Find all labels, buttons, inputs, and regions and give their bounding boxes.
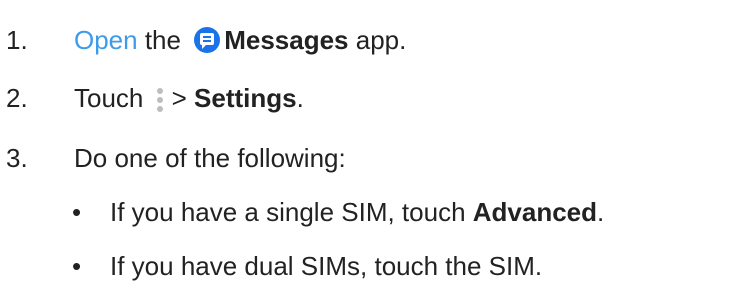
step-text: Touch > Settings.	[74, 82, 304, 114]
messages-app-icon	[194, 27, 221, 53]
advanced-label: Advanced	[472, 197, 598, 227]
open-link[interactable]: Open	[74, 25, 138, 55]
sub-item-text: If you have a single SIM, touch Advanced…	[110, 196, 604, 228]
step-text-part: the	[137, 25, 189, 55]
step-number: 2.	[6, 83, 28, 113]
bullet: •	[72, 251, 82, 281]
messages-app-name: Messages	[224, 25, 349, 55]
sub-item-text: If you have dual SIMs, touch the SIM.	[110, 251, 543, 281]
bullet: •	[72, 197, 82, 227]
step-text: Do one of the following:	[74, 143, 346, 173]
step-text-part: .	[296, 83, 304, 113]
step-number: 3.	[6, 143, 28, 173]
sub-item-text-part: .	[597, 197, 605, 227]
step-text-part: >	[171, 83, 195, 113]
settings-label: Settings	[194, 83, 297, 113]
step-text-part: Touch	[74, 83, 151, 113]
sub-item-text-part: If you have a single SIM, touch	[110, 197, 473, 227]
step-text: Open the Messages app.	[74, 24, 406, 56]
step-number: 1.	[6, 25, 28, 55]
step-text-part: app.	[348, 25, 407, 55]
more-options-icon	[156, 88, 163, 112]
